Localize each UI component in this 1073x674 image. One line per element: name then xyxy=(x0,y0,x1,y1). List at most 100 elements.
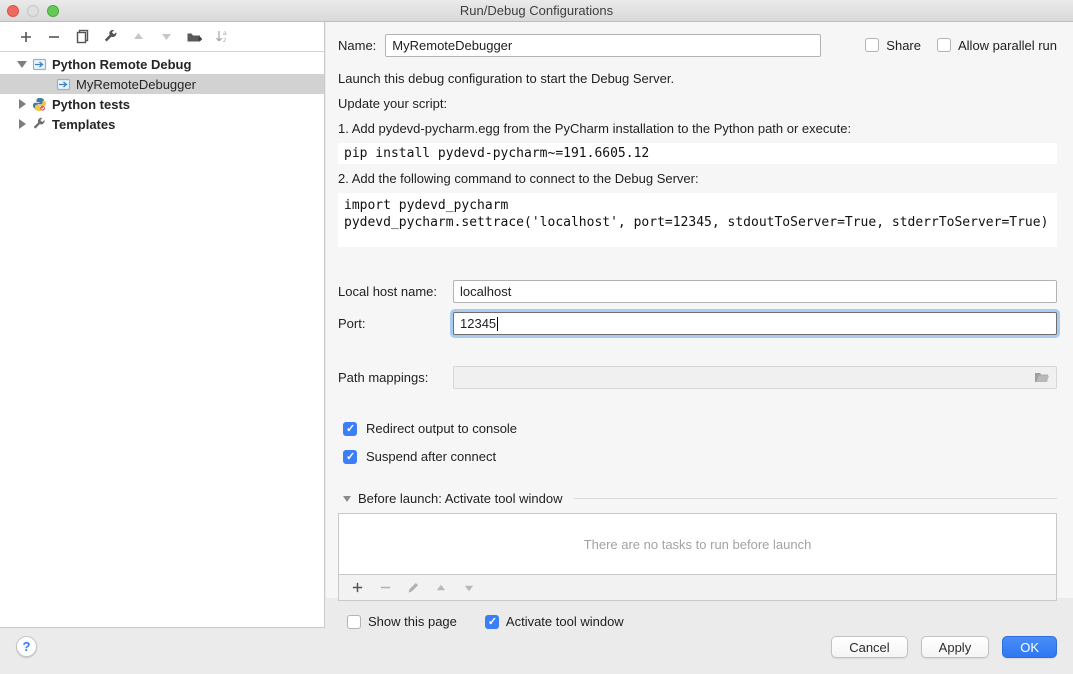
suspend-after-connect-label: Suspend after connect xyxy=(366,449,496,464)
path-mappings-label: Path mappings: xyxy=(338,370,453,385)
configurations-tree: Python Remote Debug MyRemoteDebugger Pyt… xyxy=(0,52,324,134)
checkbox-checked-icon[interactable] xyxy=(485,615,499,629)
tree-item-label: Python Remote Debug xyxy=(52,57,191,72)
window-titlebar: Run/Debug Configurations xyxy=(0,0,1073,22)
move-up-button[interactable] xyxy=(126,26,150,48)
page-options-row: Show this page Activate tool window xyxy=(347,614,1057,629)
remove-configuration-button[interactable] xyxy=(42,26,66,48)
move-up-icon xyxy=(435,582,447,594)
path-mappings-field[interactable] xyxy=(453,366,1057,389)
add-icon xyxy=(351,581,364,594)
zoom-window-button[interactable] xyxy=(47,5,59,17)
code-block-pip-install: pip install pydevd-pycharm~=191.6605.12 xyxy=(338,143,1057,164)
configurations-sidebar: az Python Remote Debug MyRemoteDebugger … xyxy=(0,22,325,628)
path-mappings-row: Path mappings: xyxy=(338,366,1057,389)
move-task-down-button[interactable] xyxy=(457,577,481,599)
name-label: Name: xyxy=(338,38,376,53)
port-label: Port: xyxy=(338,316,453,331)
show-this-page-label: Show this page xyxy=(368,614,457,629)
sidebar-toolbar: az xyxy=(0,22,324,52)
add-configuration-button[interactable] xyxy=(14,26,38,48)
description-line: 2. Add the following command to connect … xyxy=(338,166,1057,191)
before-launch-toolbar xyxy=(338,575,1057,601)
window-title: Run/Debug Configurations xyxy=(0,3,1073,18)
tree-item-python-remote-debug[interactable]: Python Remote Debug xyxy=(0,54,324,74)
show-this-page-checkbox[interactable]: Show this page xyxy=(347,614,457,629)
help-button[interactable]: ? xyxy=(16,636,37,657)
description-line: Update your script: xyxy=(338,91,1057,116)
copy-configuration-button[interactable] xyxy=(70,26,94,48)
port-field[interactable]: 12345 xyxy=(453,312,1057,335)
new-folder-button[interactable] xyxy=(182,26,206,48)
move-task-up-button[interactable] xyxy=(429,577,453,599)
before-launch-title: Before launch: Activate tool window xyxy=(358,491,563,506)
wrench-icon xyxy=(30,117,48,131)
name-row: Name: Share Allow parallel run xyxy=(338,33,1057,57)
tree-item-python-tests[interactable]: Python tests xyxy=(0,94,324,114)
activate-tool-window-label: Activate tool window xyxy=(506,614,624,629)
remove-task-button[interactable] xyxy=(373,577,397,599)
browse-folder-icon[interactable] xyxy=(1034,371,1050,384)
code-block-settrace: import pydevd_pycharm pydevd_pycharm.set… xyxy=(338,193,1057,247)
checkbox-icon[interactable] xyxy=(865,38,879,52)
cancel-button[interactable]: Cancel xyxy=(831,636,907,658)
tree-item-myremotedebugger[interactable]: MyRemoteDebugger xyxy=(0,74,324,94)
chevron-right-icon[interactable] xyxy=(14,119,30,129)
description-line: Launch this debug configuration to start… xyxy=(338,66,1057,91)
before-launch-task-list[interactable]: There are no tasks to run before launch xyxy=(338,513,1057,575)
empty-task-list-text: There are no tasks to run before launch xyxy=(584,537,812,552)
dialog-footer: ? Cancel Apply OK xyxy=(0,628,1073,674)
remote-debug-icon xyxy=(30,58,48,71)
tree-item-label: Python tests xyxy=(52,97,130,112)
collapse-triangle-icon[interactable] xyxy=(343,496,351,502)
python-icon xyxy=(30,97,48,112)
edit-defaults-button[interactable] xyxy=(98,26,122,48)
allow-parallel-run-checkbox[interactable]: Allow parallel run xyxy=(937,38,1057,53)
before-launch-section-header[interactable]: Before launch: Activate tool window xyxy=(338,491,1057,506)
move-down-button[interactable] xyxy=(154,26,178,48)
checkbox-icon[interactable] xyxy=(937,38,951,52)
new-folder-icon xyxy=(186,30,202,44)
checkbox-checked-icon[interactable] xyxy=(343,450,357,464)
share-label: Share xyxy=(886,38,921,53)
remove-icon xyxy=(379,581,392,594)
allow-parallel-run-label: Allow parallel run xyxy=(958,38,1057,53)
local-host-name-field[interactable] xyxy=(453,280,1057,303)
tree-item-templates[interactable]: Templates xyxy=(0,114,324,134)
traffic-lights xyxy=(7,5,59,17)
name-field[interactable] xyxy=(385,34,821,57)
text-caret xyxy=(497,317,498,331)
instructions: Launch this debug configuration to start… xyxy=(338,66,1057,247)
move-up-icon xyxy=(132,30,145,43)
apply-button[interactable]: Apply xyxy=(921,636,990,658)
port-row: Port: 12345 xyxy=(338,312,1057,335)
local-host-name-row: Local host name: xyxy=(338,280,1057,303)
description-line: 1. Add pydevd-pycharm.egg from the PyCha… xyxy=(338,116,1057,141)
share-checkbox[interactable]: Share xyxy=(865,38,921,53)
ok-button[interactable]: OK xyxy=(1002,636,1057,658)
suspend-after-connect-checkbox[interactable]: Suspend after connect xyxy=(343,449,1057,464)
edit-task-button[interactable] xyxy=(401,577,425,599)
question-mark-icon: ? xyxy=(23,639,31,654)
checkbox-checked-icon[interactable] xyxy=(343,422,357,436)
chevron-down-icon[interactable] xyxy=(14,61,30,68)
close-window-button[interactable] xyxy=(7,5,19,17)
remote-debug-icon xyxy=(54,78,72,91)
add-icon xyxy=(19,30,33,44)
sort-alphabetically-icon: az xyxy=(214,29,230,44)
checkbox-icon[interactable] xyxy=(347,615,361,629)
remove-icon xyxy=(47,30,61,44)
configuration-editor: Name: Share Allow parallel run Launch th… xyxy=(326,22,1073,598)
chevron-right-icon[interactable] xyxy=(14,99,30,109)
sort-configurations-button[interactable]: az xyxy=(210,26,234,48)
minimize-window-button[interactable] xyxy=(27,5,39,17)
add-task-button[interactable] xyxy=(345,577,369,599)
port-value: 12345 xyxy=(460,316,496,331)
edit-pencil-icon xyxy=(407,581,420,594)
move-down-icon xyxy=(463,582,475,594)
activate-tool-window-checkbox[interactable]: Activate tool window xyxy=(485,614,624,629)
svg-text:z: z xyxy=(223,37,226,44)
section-divider xyxy=(574,498,1057,499)
redirect-output-checkbox[interactable]: Redirect output to console xyxy=(343,421,1057,436)
copy-icon xyxy=(75,29,90,44)
